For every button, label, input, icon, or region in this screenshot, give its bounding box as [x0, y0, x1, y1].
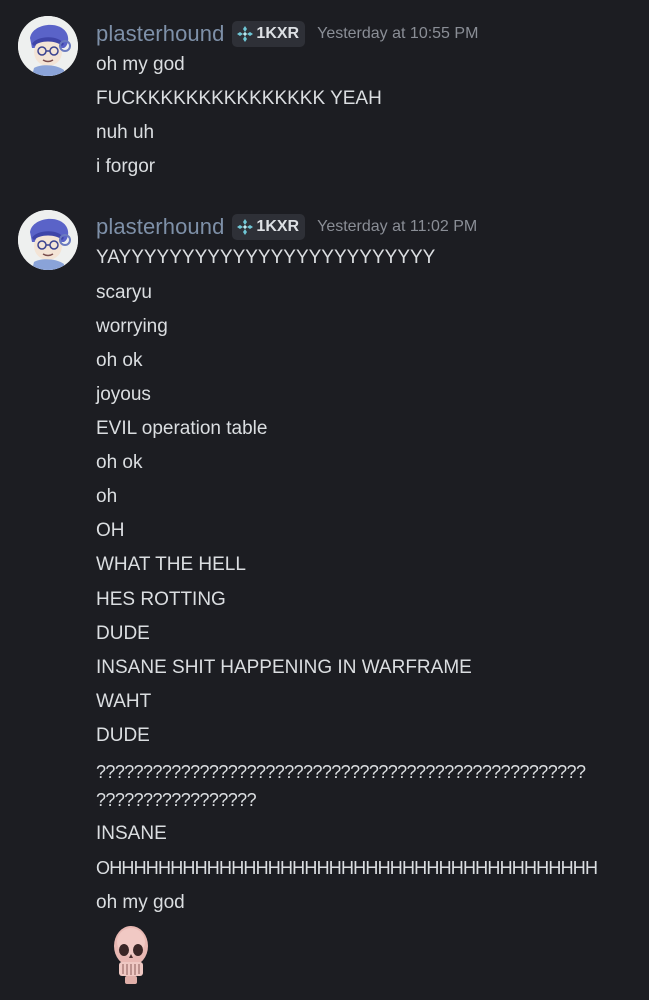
avatar[interactable] [18, 210, 78, 270]
diamond-cluster-icon [237, 26, 254, 42]
message-text[interactable]: INSANE [96, 822, 167, 846]
server-tag-label: 1KXR [256, 25, 300, 42]
avatar[interactable] [18, 16, 78, 76]
diamond-cluster-icon [237, 219, 254, 235]
message-text[interactable]: scaryu [96, 281, 152, 305]
message-text[interactable]: FUCKKKKKKKKKKKKKKK YEAH [96, 87, 382, 111]
message-text[interactable]: OHHHHHHHHHHHHHHHHHHHHHHHHHHHHHHHHHHHHHHH… [96, 856, 598, 880]
message-text[interactable]: oh [96, 485, 117, 509]
username[interactable]: plasterhound [96, 214, 224, 240]
message-text[interactable]: oh my god [96, 891, 185, 915]
skull-emoji[interactable] [110, 924, 152, 986]
message-header: plasterhound 1KXR Yesterday at 10:55 PM [96, 19, 478, 49]
message-text[interactable]: i forgor [96, 155, 155, 179]
message-text[interactable]: INSANE SHIT HAPPENING IN WARFRAME [96, 656, 472, 680]
chat-log: plasterhound 1KXR Yesterday at 10:55 PM … [0, 0, 649, 1000]
message-text[interactable]: oh ok [96, 451, 142, 475]
message-text[interactable]: WHAT THE HELL [96, 553, 246, 577]
message-text[interactable]: ????????????????????????????????????????… [96, 760, 586, 784]
message-text[interactable]: DUDE [96, 622, 150, 646]
message-text[interactable]: YAYYYYYYYYYYYYYYYYYYYYYYYYY [96, 246, 435, 270]
message-text[interactable]: HES ROTTING [96, 588, 226, 612]
message-text[interactable]: OH [96, 519, 125, 543]
message-header: plasterhound 1KXR Yesterday at 11:02 PM [96, 212, 477, 242]
server-tag-label: 1KXR [256, 218, 300, 235]
message-text[interactable]: worrying [96, 315, 168, 339]
message-text[interactable]: oh ok [96, 349, 142, 373]
server-tag[interactable]: 1KXR [232, 214, 306, 240]
message-text[interactable]: EVIL operation table [96, 417, 267, 441]
timestamp[interactable]: Yesterday at 10:55 PM [317, 25, 478, 43]
message-text[interactable]: WAHT [96, 690, 151, 714]
server-tag[interactable]: 1KXR [232, 21, 306, 47]
message-text[interactable]: DUDE [96, 724, 150, 748]
message-text[interactable]: nuh uh [96, 121, 154, 145]
message-text[interactable]: ????????????????? [96, 788, 257, 812]
message-text[interactable]: oh my god [96, 53, 185, 77]
message-text[interactable]: joyous [96, 383, 151, 407]
username[interactable]: plasterhound [96, 21, 224, 47]
timestamp[interactable]: Yesterday at 11:02 PM [317, 218, 477, 236]
